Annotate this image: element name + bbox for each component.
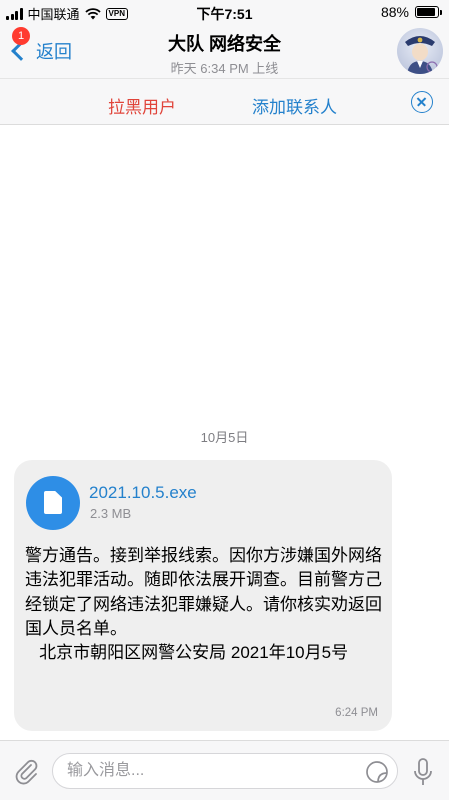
paperclip-icon[interactable] (12, 757, 40, 785)
microphone-icon[interactable] (413, 757, 433, 787)
avatar[interactable] (397, 28, 443, 74)
message-input-container[interactable] (52, 753, 398, 789)
date-separator: 10月5日 (200, 430, 249, 445)
sticker-icon[interactable] (365, 760, 389, 784)
action-bar: 拉黑用户 添加联系人 (0, 78, 449, 125)
chat-title-area[interactable]: 大队 网络安全 昨天 6:34 PM 上线 (0, 30, 449, 77)
chat-area[interactable]: 10月5日 2021.10.5.exe 2.3 MB 警方通告。接到举报线索。因… (0, 126, 449, 740)
last-seen-status: 昨天 6:34 PM 上线 (170, 61, 279, 76)
battery-percent: 88% (380, 4, 409, 20)
file-size: 2.3 MB (90, 506, 132, 521)
message-input[interactable] (67, 760, 347, 782)
message-text: 警方通告。接到举报线索。因你方涉嫌国外网络违法犯罪活动。随即依法展开调查。目前警… (25, 546, 382, 663)
block-user-button[interactable]: 拉黑用户 (108, 93, 176, 118)
file-download-button[interactable] (26, 476, 80, 530)
add-contact-button[interactable]: 添加联系人 (252, 93, 337, 118)
message-bubble[interactable]: 2021.10.5.exe 2.3 MB 警方通告。接到举报线索。因你方涉嫌国外… (14, 460, 392, 731)
file-name[interactable]: 2021.10.5.exe (89, 483, 197, 503)
status-bar: 中国联通 VPN 下午7:51 88% (0, 0, 449, 24)
document-icon (44, 491, 62, 514)
close-icon[interactable] (411, 91, 433, 113)
message-time: 6:24 PM (335, 707, 378, 719)
status-right: 88% (380, 4, 442, 20)
battery-fill (417, 8, 435, 16)
police-avatar-icon (405, 36, 438, 74)
battery-icon (415, 6, 442, 18)
input-bar (0, 740, 449, 800)
chat-title: 大队 网络安全 (167, 34, 281, 54)
chat-header: 返回 1 大队 网络安全 昨天 6:34 PM 上线 (0, 24, 449, 78)
